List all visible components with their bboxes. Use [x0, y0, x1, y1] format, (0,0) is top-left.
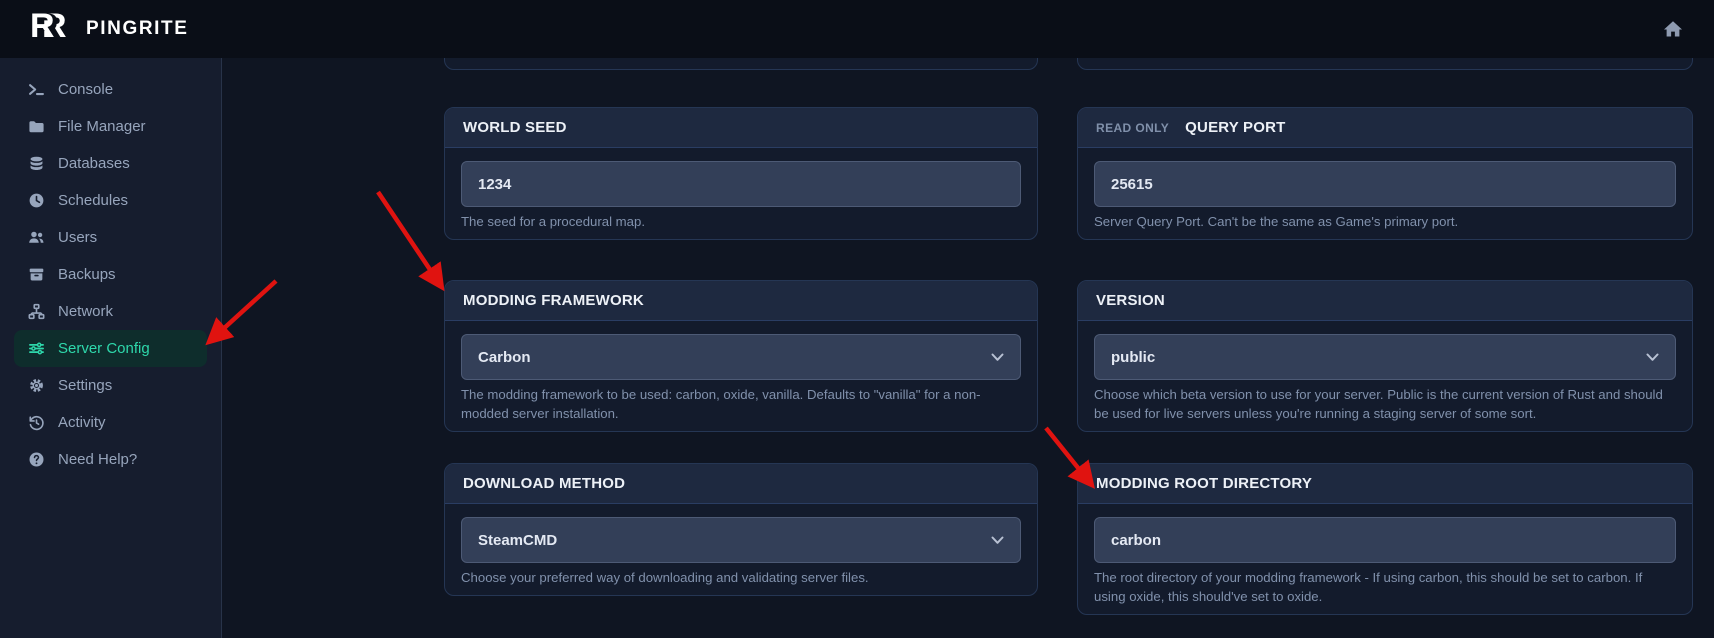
card-title: WORLD SEED [463, 119, 567, 136]
modding-framework-card: MODDING FRAMEWORK Carbon The modding fra… [444, 280, 1038, 433]
sidebar-item-label: Users [58, 229, 98, 246]
sidebar-item-label: Need Help? [58, 451, 138, 468]
sidebar-item-need-help[interactable]: Need Help? [14, 441, 207, 478]
sidebar-item-label: Databases [58, 155, 130, 172]
sidebar-item-label: Network [58, 303, 114, 320]
card-title: QUERY PORT [1185, 119, 1286, 136]
card-body: SteamCMD Choose your preferred way of do… [445, 504, 1037, 595]
sliders-icon [28, 340, 45, 357]
archive-icon [28, 266, 45, 283]
card-header: MODDING FRAMEWORK [445, 281, 1037, 321]
sidebar: Console File Manager Databases Schedules [0, 58, 222, 638]
world-seed-card: WORLD SEED The seed for a procedural map… [444, 107, 1038, 241]
select-value: public [1111, 348, 1156, 366]
query-port-helper: Server Query Port. Can't be the same as … [1094, 214, 1459, 229]
brand-name: PINGRITE [86, 18, 189, 39]
home-icon-glyph [1663, 21, 1683, 37]
card-body: The seed for a procedural map. [445, 148, 1037, 239]
terminal-icon [28, 81, 45, 98]
history-icon [28, 414, 45, 431]
card-header: VERSION [1078, 281, 1692, 321]
download-method-helper: Choose your preferred way of downloading… [461, 570, 869, 585]
sidebar-item-users[interactable]: Users [14, 219, 207, 256]
logo-letter-front: R [30, 7, 55, 45]
chevron-down-icon [991, 353, 1004, 361]
sidebar-item-label: File Manager [58, 118, 146, 135]
home-icon[interactable] [1662, 18, 1684, 40]
card-title: VERSION [1096, 292, 1165, 309]
sidebar-item-server-config[interactable]: Server Config [14, 330, 207, 367]
card-header: WORLD SEED [445, 108, 1037, 148]
card-body: The root directory of your modding frame… [1078, 504, 1692, 614]
sidebar-item-backups[interactable]: Backups [14, 256, 207, 293]
modding-root-directory-card: MODDING ROOT DIRECTORY The root director… [1077, 463, 1693, 616]
sidebar-item-schedules[interactable]: Schedules [14, 182, 207, 219]
sidebar-item-label: Activity [58, 414, 106, 431]
chevron-down-icon [991, 536, 1004, 544]
sidebar-item-label: Console [58, 81, 114, 98]
version-helper: Choose which beta version to use for you… [1094, 387, 1663, 422]
version-select[interactable]: public [1094, 334, 1676, 380]
sidebar-item-label: Backups [58, 266, 116, 283]
modding-framework-helper: The modding framework to be used: carbon… [461, 387, 981, 422]
users-icon [28, 229, 45, 246]
card-body: Carbon The modding framework to be used:… [445, 321, 1037, 431]
download-method-card: DOWNLOAD METHOD SteamCMD Choose your pre… [444, 463, 1038, 597]
help-icon [28, 451, 45, 468]
sidebar-item-console[interactable]: Console [14, 71, 207, 108]
card-title: MODDING ROOT DIRECTORY [1096, 475, 1313, 492]
select-value: SteamCMD [478, 531, 558, 549]
sidebar-item-network[interactable]: Network [14, 293, 207, 330]
modding-root-directory-helper: The root directory of your modding frame… [1094, 570, 1643, 605]
sidebar-item-label: Settings [58, 377, 113, 394]
folder-icon [28, 118, 45, 135]
query-port-card: READ ONLY QUERY PORT Server Query Port. … [1077, 107, 1693, 241]
sidebar-item-activity[interactable]: Activity [14, 404, 207, 441]
world-seed-input[interactable] [461, 161, 1021, 207]
chevron-down-icon [1646, 353, 1659, 361]
clock-icon [28, 192, 45, 209]
world-seed-helper: The seed for a procedural map. [461, 214, 645, 229]
sidebar-item-label: Server Config [58, 340, 150, 357]
card-header: MODDING ROOT DIRECTORY [1078, 464, 1692, 504]
pingrite-logo[interactable]: R R PINGRITE [30, 7, 189, 47]
gear-icon [28, 377, 45, 394]
card-title: DOWNLOAD METHOD [463, 475, 626, 492]
topbar: R R PINGRITE [0, 0, 1714, 58]
modding-framework-select[interactable]: Carbon [461, 334, 1021, 380]
sidebar-item-settings[interactable]: Settings [14, 367, 207, 404]
card-body: public Choose which beta version to use … [1078, 321, 1692, 431]
card-body: Server Query Port. Can't be the same as … [1078, 148, 1692, 239]
select-value: Carbon [478, 348, 531, 366]
version-card: VERSION public Choose which beta version… [1077, 280, 1693, 433]
modding-root-directory-input[interactable] [1094, 517, 1676, 563]
sidebar-item-file-manager[interactable]: File Manager [14, 108, 207, 145]
card-header: DOWNLOAD METHOD [445, 464, 1037, 504]
query-port-input[interactable] [1094, 161, 1676, 207]
sidebar-item-databases[interactable]: Databases [14, 145, 207, 182]
pingrite-logo-mark-icon: R R [30, 7, 76, 47]
read-only-badge: READ ONLY [1096, 120, 1170, 135]
server-config-content: WORLD SEED The seed for a procedural map… [223, 28, 1714, 638]
database-icon [28, 155, 45, 172]
download-method-select[interactable]: SteamCMD [461, 517, 1021, 563]
sidebar-item-label: Schedules [58, 192, 129, 209]
network-icon [28, 303, 45, 320]
card-header: READ ONLY QUERY PORT [1078, 108, 1692, 148]
card-title: MODDING FRAMEWORK [463, 292, 644, 309]
